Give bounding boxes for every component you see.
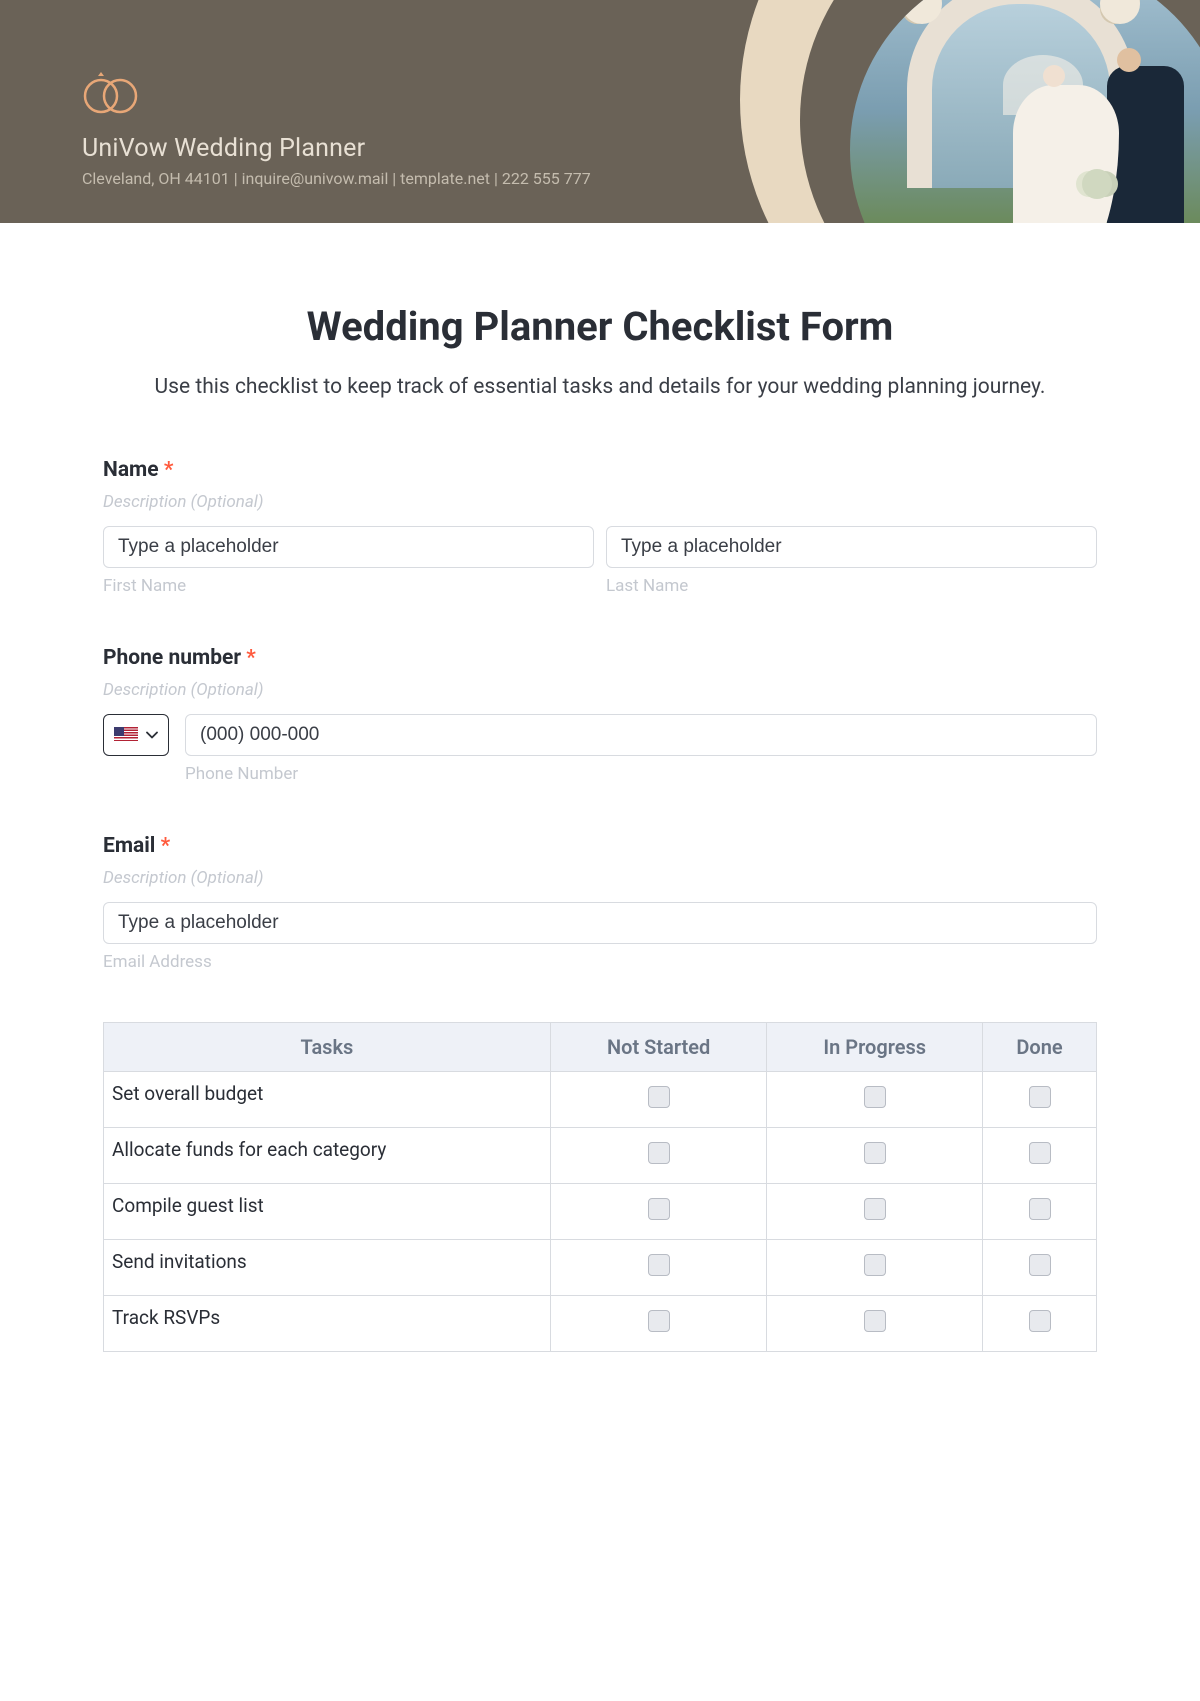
required-marker: * [246, 646, 256, 670]
brand-block: UniVow Wedding Planner Cleveland, OH 441… [82, 68, 591, 188]
checkbox-cell [550, 1072, 767, 1128]
email-label-text: Email [103, 834, 155, 858]
checkbox-in-progress[interactable] [864, 1142, 886, 1164]
country-code-selector[interactable] [103, 714, 169, 756]
phone-description-hint: Description (Optional) [103, 680, 1097, 700]
checkbox-done[interactable] [1029, 1086, 1051, 1108]
col-header-tasks: Tasks [104, 1023, 551, 1072]
company-contact-line: Cleveland, OH 44101 | inquire@univow.mai… [82, 169, 591, 188]
first-name-input[interactable] [103, 526, 594, 568]
checkbox-cell [550, 1296, 767, 1352]
email-sublabel: Email Address [103, 952, 1097, 972]
page-header: UniVow Wedding Planner Cleveland, OH 441… [0, 0, 1200, 223]
checkbox-done[interactable] [1029, 1198, 1051, 1220]
tasks-table: Tasks Not Started In Progress Done Set o… [103, 1022, 1097, 1352]
checkbox-cell [550, 1128, 767, 1184]
phone-label: Phone number * [103, 646, 1097, 670]
phone-number-input[interactable] [185, 714, 1097, 756]
col-header-not-started: Not Started [550, 1023, 767, 1072]
checkbox-cell [983, 1296, 1097, 1352]
checkbox-cell [767, 1072, 983, 1128]
phone-label-text: Phone number [103, 646, 241, 670]
col-header-done: Done [983, 1023, 1097, 1072]
form-content: Wedding Planner Checklist Form Use this … [0, 223, 1200, 1352]
phone-sublabel: Phone Number [185, 764, 1097, 784]
task-name-cell: Track RSVPs [104, 1296, 551, 1352]
checkbox-in-progress[interactable] [864, 1198, 886, 1220]
name-description-hint: Description (Optional) [103, 492, 1097, 512]
form-title: Wedding Planner Checklist Form [103, 303, 1097, 350]
checkbox-cell [767, 1240, 983, 1296]
first-name-sublabel: First Name [103, 576, 594, 596]
table-row: Compile guest list [104, 1184, 1097, 1240]
us-flag-icon [114, 727, 138, 743]
checkbox-cell [767, 1128, 983, 1184]
chevron-down-icon [146, 731, 158, 739]
col-header-in-progress: In Progress [767, 1023, 983, 1072]
email-description-hint: Description (Optional) [103, 868, 1097, 888]
email-field-group: Email * Description (Optional) Email Add… [103, 834, 1097, 972]
checkbox-in-progress[interactable] [864, 1086, 886, 1108]
table-row: Send invitations [104, 1240, 1097, 1296]
checkbox-not-started[interactable] [648, 1142, 670, 1164]
email-label: Email * [103, 834, 1097, 858]
checkbox-cell [983, 1128, 1097, 1184]
task-name-cell: Compile guest list [104, 1184, 551, 1240]
company-name: UniVow Wedding Planner [82, 134, 591, 163]
phone-field-group: Phone number * Description (Optional) Ph… [103, 646, 1097, 784]
checkbox-cell [767, 1296, 983, 1352]
checkbox-cell [550, 1240, 767, 1296]
email-input[interactable] [103, 902, 1097, 944]
rings-logo-icon [82, 68, 146, 114]
table-row: Set overall budget [104, 1072, 1097, 1128]
checkbox-cell [983, 1240, 1097, 1296]
checkbox-not-started[interactable] [648, 1254, 670, 1276]
name-label-text: Name [103, 458, 159, 482]
name-label: Name * [103, 458, 1097, 482]
name-field-group: Name * Description (Optional) First Name… [103, 458, 1097, 596]
checkbox-not-started[interactable] [648, 1198, 670, 1220]
checkbox-in-progress[interactable] [864, 1254, 886, 1276]
checkbox-done[interactable] [1029, 1310, 1051, 1332]
checkbox-not-started[interactable] [648, 1310, 670, 1332]
checkbox-cell [983, 1184, 1097, 1240]
table-row: Track RSVPs [104, 1296, 1097, 1352]
required-marker: * [161, 834, 171, 858]
checkbox-cell [983, 1072, 1097, 1128]
last-name-sublabel: Last Name [606, 576, 1097, 596]
checkbox-cell [550, 1184, 767, 1240]
form-description: Use this checklist to keep track of esse… [103, 372, 1097, 402]
hero-wedding-photo [850, 0, 1200, 223]
table-row: Allocate funds for each category [104, 1128, 1097, 1184]
task-name-cell: Allocate funds for each category [104, 1128, 551, 1184]
checkbox-in-progress[interactable] [864, 1310, 886, 1332]
task-name-cell: Set overall budget [104, 1072, 551, 1128]
last-name-input[interactable] [606, 526, 1097, 568]
required-marker: * [164, 458, 174, 482]
checkbox-done[interactable] [1029, 1142, 1051, 1164]
checkbox-done[interactable] [1029, 1254, 1051, 1276]
checkbox-not-started[interactable] [648, 1086, 670, 1108]
checkbox-cell [767, 1184, 983, 1240]
task-name-cell: Send invitations [104, 1240, 551, 1296]
